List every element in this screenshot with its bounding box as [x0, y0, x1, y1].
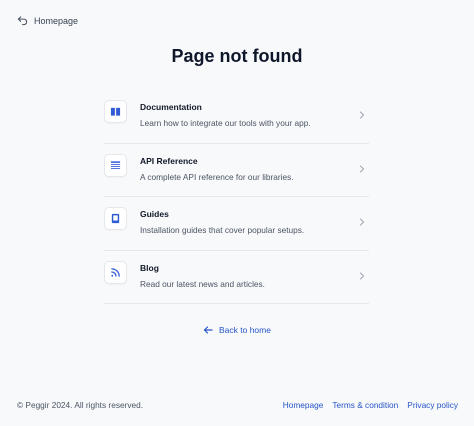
icon-container — [104, 260, 127, 284]
item-title: Guides — [140, 209, 169, 219]
footer-links: Homepage Terms & condition Privacy polic… — [283, 400, 458, 410]
chevron-right-icon — [360, 272, 364, 279]
list-item-guides[interactable]: Guides Installation guides that cover po… — [104, 197, 369, 251]
homepage-back-link[interactable]: Homepage — [17, 15, 78, 26]
icon-container — [104, 207, 127, 230]
back-to-home-link[interactable]: Back to home — [0, 325, 474, 335]
item-description: Installation guides that cover popular s… — [140, 225, 305, 235]
list-item-blog[interactable]: Blog Read our latest news and articles. — [104, 251, 369, 304]
icon-container — [104, 153, 127, 177]
item-description: Learn how to integrate our tools with yo… — [140, 118, 311, 128]
item-title: Blog — [140, 262, 159, 273]
arrow-left-icon — [203, 326, 213, 334]
list-item-documentation[interactable]: Documentation Learn how to integrate our… — [104, 90, 369, 144]
rss-icon — [111, 267, 120, 277]
copyright-text: © Peggir 2024. All rights reserved. — [17, 400, 144, 410]
footer-link-privacy[interactable]: Privacy policy — [407, 400, 458, 410]
item-title: API Reference — [140, 155, 198, 166]
book-icon — [111, 213, 120, 224]
back-to-home-label: Back to home — [219, 325, 271, 335]
return-arrow-icon — [17, 16, 28, 26]
page-title: Page not found — [171, 46, 303, 66]
item-description: A complete API reference for our librari… — [140, 171, 294, 182]
homepage-link-label: Homepage — [34, 15, 79, 26]
footer-link-terms[interactable]: Terms & condition — [332, 400, 398, 410]
footer: © Peggir 2024. All rights reserved. Home… — [17, 400, 458, 410]
icon-container — [104, 100, 127, 123]
item-description: Read our latest news and articles. — [140, 278, 265, 289]
footer-link-homepage[interactable]: Homepage — [283, 400, 324, 410]
resource-list: Documentation Learn how to integrate our… — [104, 90, 369, 304]
chevron-right-icon — [360, 165, 364, 172]
item-title: Documentation — [140, 102, 202, 112]
chevron-right-icon — [360, 111, 364, 119]
list-icon — [110, 160, 121, 169]
list-item-api-reference[interactable]: API Reference A complete API reference f… — [104, 144, 369, 197]
book-open-icon — [110, 107, 121, 116]
chevron-right-icon — [360, 218, 364, 226]
